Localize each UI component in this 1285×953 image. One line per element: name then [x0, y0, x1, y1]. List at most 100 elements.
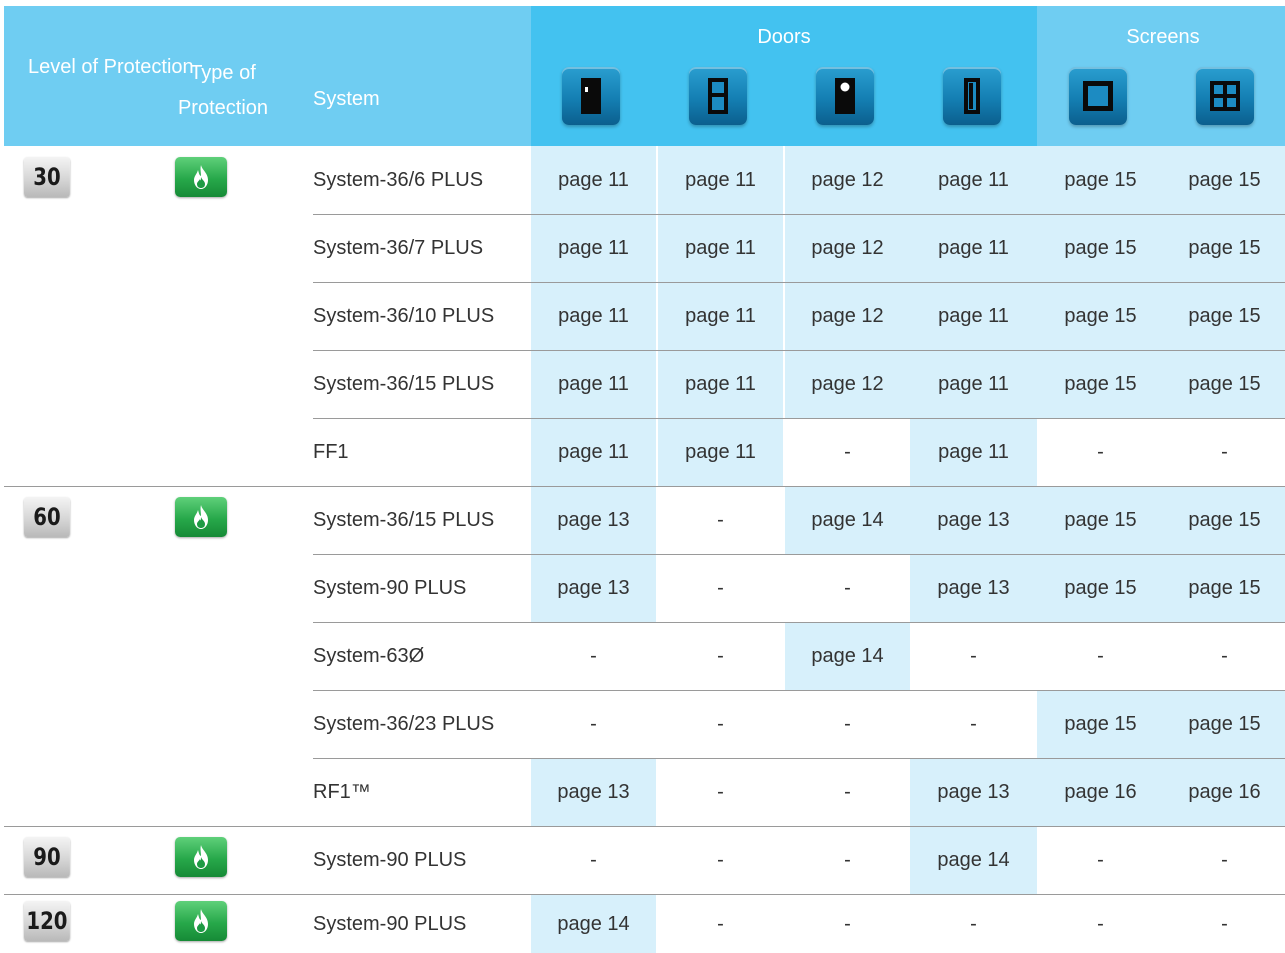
page-reference: page 13	[937, 577, 1010, 599]
page-reference: page 11	[685, 441, 756, 463]
row-divider	[313, 350, 1285, 351]
page-reference: page 11	[938, 237, 1009, 259]
cell-empty: -	[717, 509, 724, 531]
page-reference: page 11	[685, 305, 756, 327]
protection-level-badge: 120	[24, 901, 70, 941]
page-reference: page 16	[1188, 781, 1261, 803]
cell-empty: -	[844, 713, 851, 735]
page-reference: page 15	[1064, 169, 1137, 191]
system-name: System-90 PLUS	[313, 849, 467, 871]
page-reference: page 14	[937, 849, 1010, 871]
group-divider	[4, 486, 1285, 487]
door-solid-icon	[562, 67, 620, 125]
fire-icon	[175, 157, 227, 197]
page-reference: page 11	[938, 305, 1009, 327]
cell-empty: -	[1221, 645, 1228, 667]
page-reference: page 15	[1064, 509, 1137, 531]
cell-empty: -	[717, 713, 724, 735]
fire-icon	[175, 901, 227, 941]
screen-frame-icon	[1069, 67, 1127, 125]
page-reference: page 15	[1064, 713, 1137, 735]
cell-empty: -	[844, 441, 851, 463]
page-reference: page 13	[557, 781, 630, 803]
fire-icon	[175, 497, 227, 537]
door-narrow-icon	[943, 67, 1001, 125]
page-reference: page 11	[558, 441, 629, 463]
cell-empty: -	[1097, 913, 1104, 935]
page-reference: page 11	[558, 169, 629, 191]
page-reference: page 11	[938, 169, 1009, 191]
cell-empty: -	[717, 849, 724, 871]
page-reference: page 15	[1188, 713, 1261, 735]
system-name: System-63Ø	[313, 645, 425, 667]
cell-empty: -	[844, 781, 851, 803]
page-reference: page 11	[558, 237, 629, 259]
cell-empty: -	[717, 645, 724, 667]
door-glazed-panels-icon	[689, 67, 747, 125]
page-reference: page 12	[811, 169, 884, 191]
row-divider	[313, 622, 1285, 623]
page-reference: page 11	[558, 373, 629, 395]
row-divider	[313, 758, 1285, 759]
cell-empty: -	[1097, 849, 1104, 871]
page-reference: page 16	[1064, 781, 1137, 803]
cell-empty: -	[844, 577, 851, 599]
row-divider	[313, 418, 1285, 419]
header-type-of-protection: Type of Protection	[177, 62, 269, 119]
page-reference: page 15	[1188, 305, 1261, 327]
page-reference: page 14	[811, 645, 884, 667]
protection-level-badge: 90	[24, 837, 70, 877]
cell-empty: -	[970, 913, 977, 935]
cell-empty: -	[1221, 849, 1228, 871]
cell-empty: -	[717, 913, 724, 935]
page-reference: page 13	[937, 509, 1010, 531]
cell-empty: -	[844, 849, 851, 871]
cell-empty: -	[590, 713, 597, 735]
header-doors: Doors	[757, 26, 811, 48]
group-divider	[4, 826, 1285, 827]
row-divider	[313, 214, 1285, 215]
cell-empty: -	[1221, 913, 1228, 935]
page-reference: page 11	[685, 373, 756, 395]
page-reference: page 11	[558, 305, 629, 327]
system-name: System-36/15 PLUS	[313, 509, 495, 531]
page-reference: page 15	[1064, 373, 1137, 395]
system-name: RF1™	[313, 781, 371, 803]
row-divider	[313, 282, 1285, 283]
system-name: FF1	[313, 441, 349, 463]
row-divider	[313, 554, 1285, 555]
cell-empty: -	[590, 849, 597, 871]
header-system: System	[313, 88, 380, 110]
page-reference: page 15	[1064, 577, 1137, 599]
cell-empty: -	[1097, 645, 1104, 667]
door-porthole-icon	[816, 67, 874, 125]
cell-empty: -	[970, 645, 977, 667]
cell-empty: -	[844, 913, 851, 935]
page-reference: page 15	[1188, 237, 1261, 259]
screen-window-icon	[1196, 67, 1254, 125]
group-divider	[4, 894, 1285, 895]
system-name: System-36/10 PLUS	[313, 305, 495, 327]
page-reference: page 12	[811, 237, 884, 259]
page-reference: page 15	[1188, 169, 1261, 191]
page-reference: page 11	[938, 441, 1009, 463]
page-reference: page 12	[811, 373, 884, 395]
page-reference: page 15	[1188, 577, 1261, 599]
page-reference: page 13	[557, 509, 630, 531]
page-reference: page 12	[811, 305, 884, 327]
cell-empty: -	[717, 577, 724, 599]
cell-empty: -	[1221, 441, 1228, 463]
cell-empty: -	[590, 645, 597, 667]
system-name: System-90 PLUS	[313, 577, 467, 599]
page-reference: page 14	[557, 913, 630, 935]
header-screens: Screens	[1126, 26, 1200, 48]
cell-empty: -	[717, 781, 724, 803]
system-name: System-90 PLUS	[313, 913, 467, 935]
page-reference: page 14	[811, 509, 884, 531]
protection-level-badge: 30	[24, 157, 70, 197]
page-reference: page 15	[1064, 237, 1137, 259]
page-reference: page 15	[1064, 305, 1137, 327]
system-name: System-36/23 PLUS	[313, 713, 495, 735]
page-reference: page 11	[685, 237, 756, 259]
row-divider	[313, 690, 1285, 691]
